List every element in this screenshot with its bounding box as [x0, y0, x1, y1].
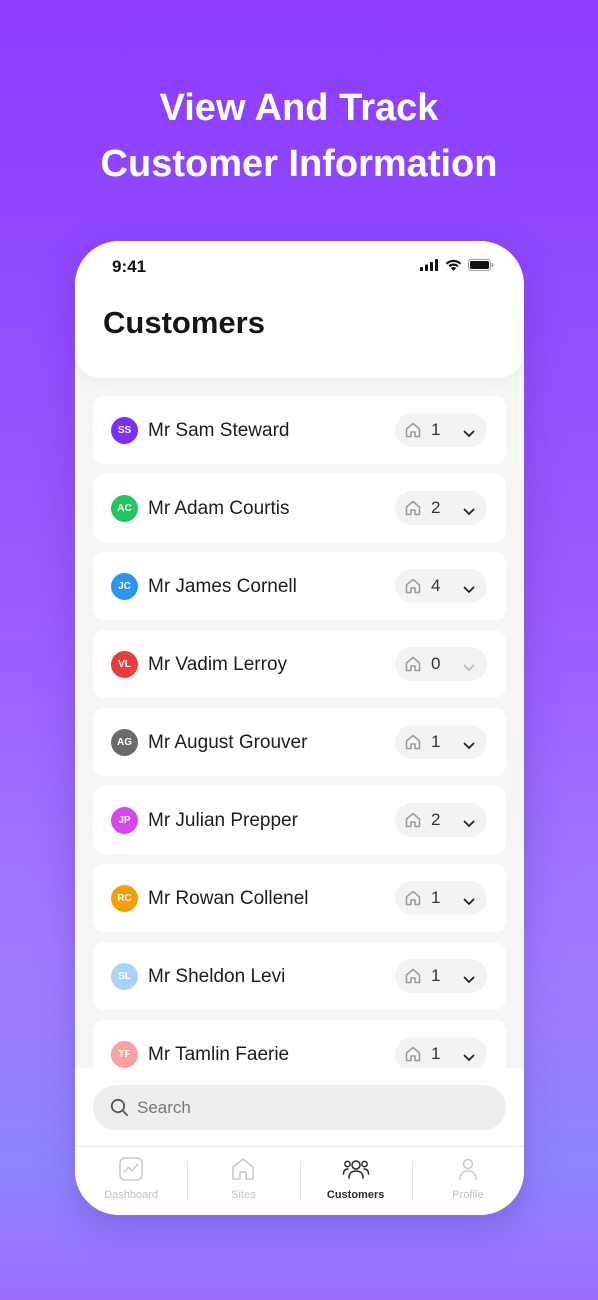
avatar: AG — [111, 729, 138, 756]
sites-dropdown[interactable]: 1 — [395, 959, 487, 993]
home-icon — [405, 734, 421, 750]
cellular-signal-icon — [420, 259, 438, 271]
sites-count: 2 — [431, 810, 441, 829]
avatar: VL — [111, 651, 138, 678]
customer-row[interactable]: JC Mr James Cornell 4 — [93, 552, 506, 620]
sites-count: 1 — [431, 888, 441, 907]
headline-line-1: View And Track — [159, 87, 439, 129]
chevron-down-icon — [463, 508, 475, 515]
tab-label: Profile — [452, 1189, 484, 1201]
users-icon — [342, 1160, 369, 1179]
avatar: SS — [111, 417, 138, 444]
home-icon — [405, 500, 421, 516]
sites-count: 1 — [431, 732, 441, 751]
phone-frame: 9:41 Customers SS Mr Sam Steward 1 AC Mr… — [75, 241, 524, 1215]
chevron-down-icon — [463, 664, 475, 671]
customer-row[interactable]: VL Mr Vadim Lerroy 0 — [93, 630, 506, 698]
home-icon — [405, 656, 421, 672]
status-time: 9:41 — [112, 257, 147, 276]
customer-row[interactable]: AC Mr Adam Courtis 2 — [93, 474, 506, 542]
avatar: SL — [111, 963, 138, 990]
customer-name: Mr Rowan Collenel — [148, 888, 309, 909]
chevron-down-icon — [463, 586, 475, 593]
battery-icon — [468, 259, 494, 271]
sites-count: 0 — [431, 654, 441, 673]
customer-name: Mr Adam Courtis — [148, 498, 290, 519]
customer-row[interactable]: RC Mr Rowan Collenel 1 — [93, 864, 506, 932]
search-icon — [110, 1098, 128, 1116]
avatar: TF — [111, 1041, 138, 1068]
customer-name: Mr Sam Steward — [148, 420, 290, 441]
tab-label: Dashboard — [104, 1189, 159, 1201]
sites-dropdown[interactable]: 4 — [395, 569, 487, 603]
chevron-down-icon — [463, 1054, 475, 1061]
chevron-down-icon — [463, 430, 475, 437]
home-icon — [405, 422, 421, 438]
header: 9:41 Customers — [75, 241, 524, 378]
customer-name: Mr Vadim Lerroy — [148, 654, 288, 675]
dashboard-icon — [119, 1157, 143, 1181]
sites-dropdown[interactable]: 1 — [395, 1037, 487, 1071]
customer-row[interactable]: SL Mr Sheldon Levi 1 — [93, 942, 506, 1010]
tab-label: Customers — [326, 1189, 385, 1201]
sites-count: 2 — [431, 498, 441, 517]
headline-line-2: Customer Information — [100, 143, 498, 185]
page-title: Customers — [103, 305, 265, 340]
home-icon — [405, 890, 421, 906]
customer-row[interactable]: JP Mr Julian Prepper 2 — [93, 786, 506, 854]
home-icon — [405, 578, 421, 594]
sites-dropdown[interactable]: 1 — [395, 881, 487, 915]
avatar: JC — [111, 573, 138, 600]
chevron-down-icon — [463, 976, 475, 983]
headline: View And Track Customer Information — [0, 80, 598, 192]
chevron-down-icon — [463, 820, 475, 827]
status-icons — [420, 259, 494, 271]
home-icon — [405, 1046, 421, 1062]
sites-count: 1 — [431, 1044, 441, 1063]
search-input[interactable] — [137, 1085, 477, 1130]
avatar: AC — [111, 495, 138, 522]
home-icon — [405, 812, 421, 828]
user-icon — [459, 1158, 477, 1180]
sites-dropdown[interactable]: 2 — [395, 491, 487, 525]
customer-name: Mr Julian Prepper — [148, 810, 298, 831]
customer-list: SS Mr Sam Steward 1 AC Mr Adam Courtis 2… — [93, 396, 506, 1098]
tab-sites[interactable]: Sites — [187, 1147, 299, 1215]
search-bar[interactable] — [93, 1085, 506, 1130]
wifi-icon — [445, 259, 462, 271]
sites-count: 1 — [431, 420, 441, 439]
bottom-panel: Dashboard Sites Customers Profile — [75, 1068, 524, 1215]
customer-name: Mr Sheldon Levi — [148, 966, 286, 987]
tab-bar: Dashboard Sites Customers Profile — [75, 1146, 524, 1215]
tab-customers[interactable]: Customers — [299, 1147, 412, 1215]
home-icon — [232, 1158, 255, 1180]
tab-profile[interactable]: Profile — [411, 1147, 524, 1215]
home-icon — [405, 968, 421, 984]
sites-dropdown[interactable]: 1 — [395, 413, 487, 447]
avatar: JP — [111, 807, 138, 834]
customer-name: Mr Tamlin Faerie — [148, 1044, 290, 1065]
customer-name: Mr James Cornell — [148, 576, 297, 597]
customer-row[interactable]: AG Mr August Grouver 1 — [93, 708, 506, 776]
customer-name: Mr August Grouver — [148, 732, 308, 753]
chevron-down-icon — [463, 898, 475, 905]
avatar: RC — [111, 885, 138, 912]
tab-dashboard[interactable]: Dashboard — [75, 1147, 187, 1215]
sites-count: 4 — [431, 576, 441, 595]
sites-dropdown[interactable]: 0 — [395, 647, 487, 681]
sites-dropdown[interactable]: 2 — [395, 803, 487, 837]
customer-row[interactable]: SS Mr Sam Steward 1 — [93, 396, 506, 464]
sites-count: 1 — [431, 966, 441, 985]
chevron-down-icon — [463, 742, 475, 749]
tab-label: Sites — [231, 1189, 256, 1201]
sites-dropdown[interactable]: 1 — [395, 725, 487, 759]
